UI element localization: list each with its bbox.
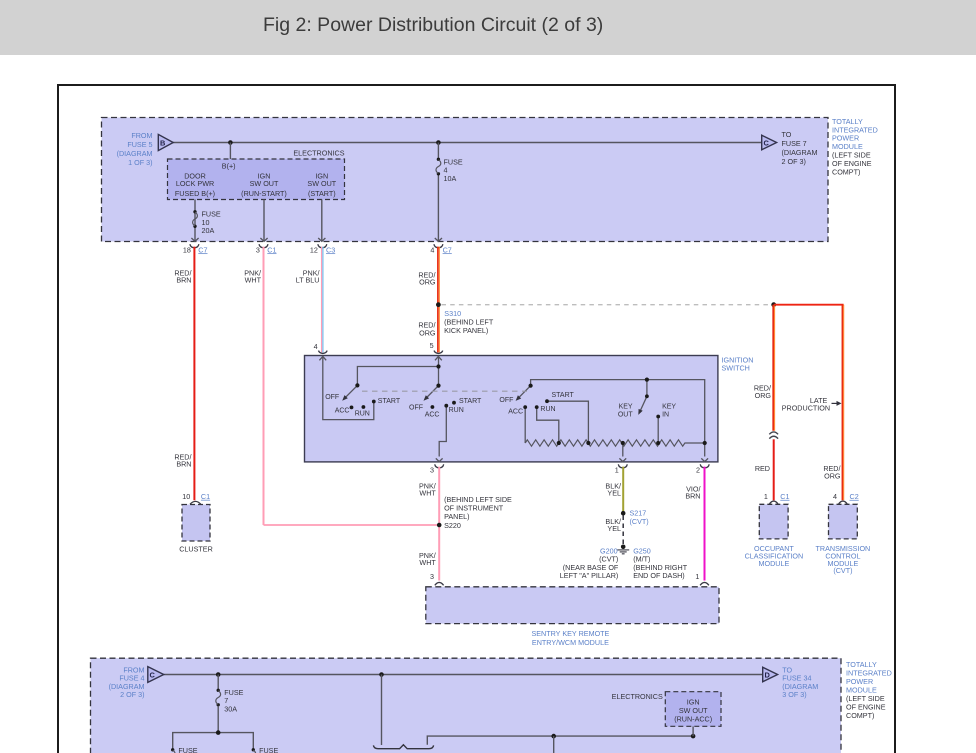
- svg-text:WHT: WHT: [245, 275, 262, 284]
- svg-text:C1: C1: [780, 492, 789, 501]
- svg-text:ORG: ORG: [755, 391, 772, 400]
- svg-text:(START): (START): [308, 189, 336, 198]
- svg-text:30A: 30A: [224, 704, 237, 713]
- svg-text:C3: C3: [326, 245, 335, 254]
- svg-text:OFF: OFF: [409, 405, 423, 412]
- svg-text:3: 3: [256, 245, 260, 254]
- svg-text:C: C: [764, 138, 770, 147]
- svg-text:YEL: YEL: [607, 488, 621, 497]
- svg-text:BRN: BRN: [685, 491, 700, 500]
- svg-text:START: START: [552, 392, 575, 399]
- svg-text:ELECTRONICS: ELECTRONICS: [293, 149, 344, 158]
- svg-text:B(+): B(+): [222, 161, 236, 170]
- svg-text:FUSE: FUSE: [178, 746, 197, 753]
- svg-text:1: 1: [764, 492, 768, 501]
- svg-text:4: 4: [430, 245, 434, 254]
- svg-text:18: 18: [183, 245, 191, 254]
- svg-text:SW OUT: SW OUT: [307, 179, 336, 188]
- svg-text:1: 1: [695, 572, 699, 581]
- svg-text:(RUN-ACC): (RUN-ACC): [674, 715, 712, 724]
- svg-text:COMPT): COMPT): [832, 167, 860, 176]
- svg-text:2: 2: [696, 465, 700, 474]
- svg-text:ACC: ACC: [335, 408, 350, 415]
- svg-text:1 OF 3): 1 OF 3): [128, 158, 152, 167]
- svg-text:OUT: OUT: [618, 412, 634, 419]
- svg-text:FUSE: FUSE: [259, 746, 278, 753]
- svg-text:YEL: YEL: [607, 524, 621, 533]
- svg-text:S220: S220: [444, 521, 461, 530]
- svg-text:(RUN-START): (RUN-START): [241, 189, 287, 198]
- svg-text:CLUSTER: CLUSTER: [179, 544, 213, 553]
- svg-text:ENTRY/WCM MODULE: ENTRY/WCM MODULE: [532, 638, 609, 647]
- svg-text:MODULE: MODULE: [759, 559, 790, 568]
- svg-text:RUN: RUN: [355, 411, 370, 418]
- svg-text:ORG: ORG: [824, 471, 841, 480]
- svg-text:4: 4: [833, 492, 837, 501]
- svg-text:BRN: BRN: [176, 460, 191, 469]
- svg-text:C1: C1: [267, 245, 276, 254]
- svg-text:BRN: BRN: [176, 275, 191, 284]
- svg-text:FROM: FROM: [131, 131, 152, 140]
- svg-text:ACC: ACC: [425, 412, 440, 419]
- svg-text:LEFT "A" PILLAR): LEFT "A" PILLAR): [560, 571, 619, 580]
- svg-text:4: 4: [314, 342, 318, 351]
- svg-text:3: 3: [430, 572, 434, 581]
- svg-text:START: START: [378, 398, 401, 405]
- svg-text:10A: 10A: [444, 174, 457, 183]
- svg-text:C2: C2: [850, 492, 859, 501]
- svg-text:KEY: KEY: [662, 403, 676, 410]
- svg-text:RED: RED: [755, 464, 770, 473]
- svg-text:C7: C7: [443, 245, 452, 254]
- svg-text:LOCK PWR: LOCK PWR: [176, 179, 214, 188]
- svg-text:TO: TO: [782, 130, 792, 139]
- svg-text:3: 3: [430, 465, 434, 474]
- svg-text:ORG: ORG: [419, 329, 436, 338]
- svg-text:12: 12: [310, 245, 318, 254]
- svg-text:END OF DASH): END OF DASH): [633, 571, 685, 580]
- svg-text:PRODUCTION: PRODUCTION: [782, 404, 830, 413]
- svg-text:C1: C1: [201, 492, 210, 501]
- svg-text:COMPT): COMPT): [846, 711, 874, 720]
- svg-text:SW OUT: SW OUT: [250, 179, 279, 188]
- svg-text:PANEL): PANEL): [444, 512, 469, 521]
- svg-text:B: B: [160, 138, 165, 147]
- svg-text:3 OF 3): 3 OF 3): [782, 690, 806, 699]
- svg-text:(CVT): (CVT): [630, 517, 649, 526]
- svg-text:WHT: WHT: [419, 558, 436, 567]
- svg-text:(DIAGRAM: (DIAGRAM: [117, 149, 153, 158]
- svg-text:(CVT): (CVT): [833, 566, 852, 575]
- svg-text:C: C: [150, 670, 156, 679]
- svg-text:IN: IN: [662, 412, 669, 419]
- svg-text:1: 1: [615, 465, 619, 474]
- svg-text:10: 10: [182, 492, 190, 501]
- svg-text:LT BLU: LT BLU: [296, 275, 320, 284]
- svg-text:SWITCH: SWITCH: [722, 364, 750, 373]
- svg-text:20A: 20A: [202, 226, 215, 235]
- svg-text:RUN: RUN: [540, 406, 555, 413]
- svg-text:START: START: [459, 398, 482, 405]
- svg-text:RUN: RUN: [449, 407, 464, 414]
- svg-text:C7: C7: [198, 245, 207, 254]
- svg-text:OFF: OFF: [325, 394, 339, 401]
- svg-text:2 OF 3): 2 OF 3): [120, 690, 144, 699]
- svg-text:FUSED B(+): FUSED B(+): [175, 189, 215, 198]
- svg-text:ELECTRONICS: ELECTRONICS: [612, 692, 663, 701]
- svg-text:D: D: [765, 670, 771, 679]
- svg-text:FUSE 7: FUSE 7: [782, 139, 807, 148]
- svg-text:FUSE 5: FUSE 5: [127, 140, 152, 149]
- svg-text:WHT: WHT: [419, 488, 436, 497]
- svg-text:5: 5: [430, 341, 434, 350]
- svg-text:ORG: ORG: [419, 277, 436, 286]
- svg-text:OFF: OFF: [499, 397, 513, 404]
- svg-text:2 OF 3): 2 OF 3): [782, 157, 806, 166]
- svg-text:KEY: KEY: [619, 403, 633, 410]
- svg-text:ACC: ACC: [508, 408, 523, 415]
- svg-text:(DIAGRAM: (DIAGRAM: [782, 148, 818, 157]
- svg-text:KICK PANEL): KICK PANEL): [444, 326, 488, 335]
